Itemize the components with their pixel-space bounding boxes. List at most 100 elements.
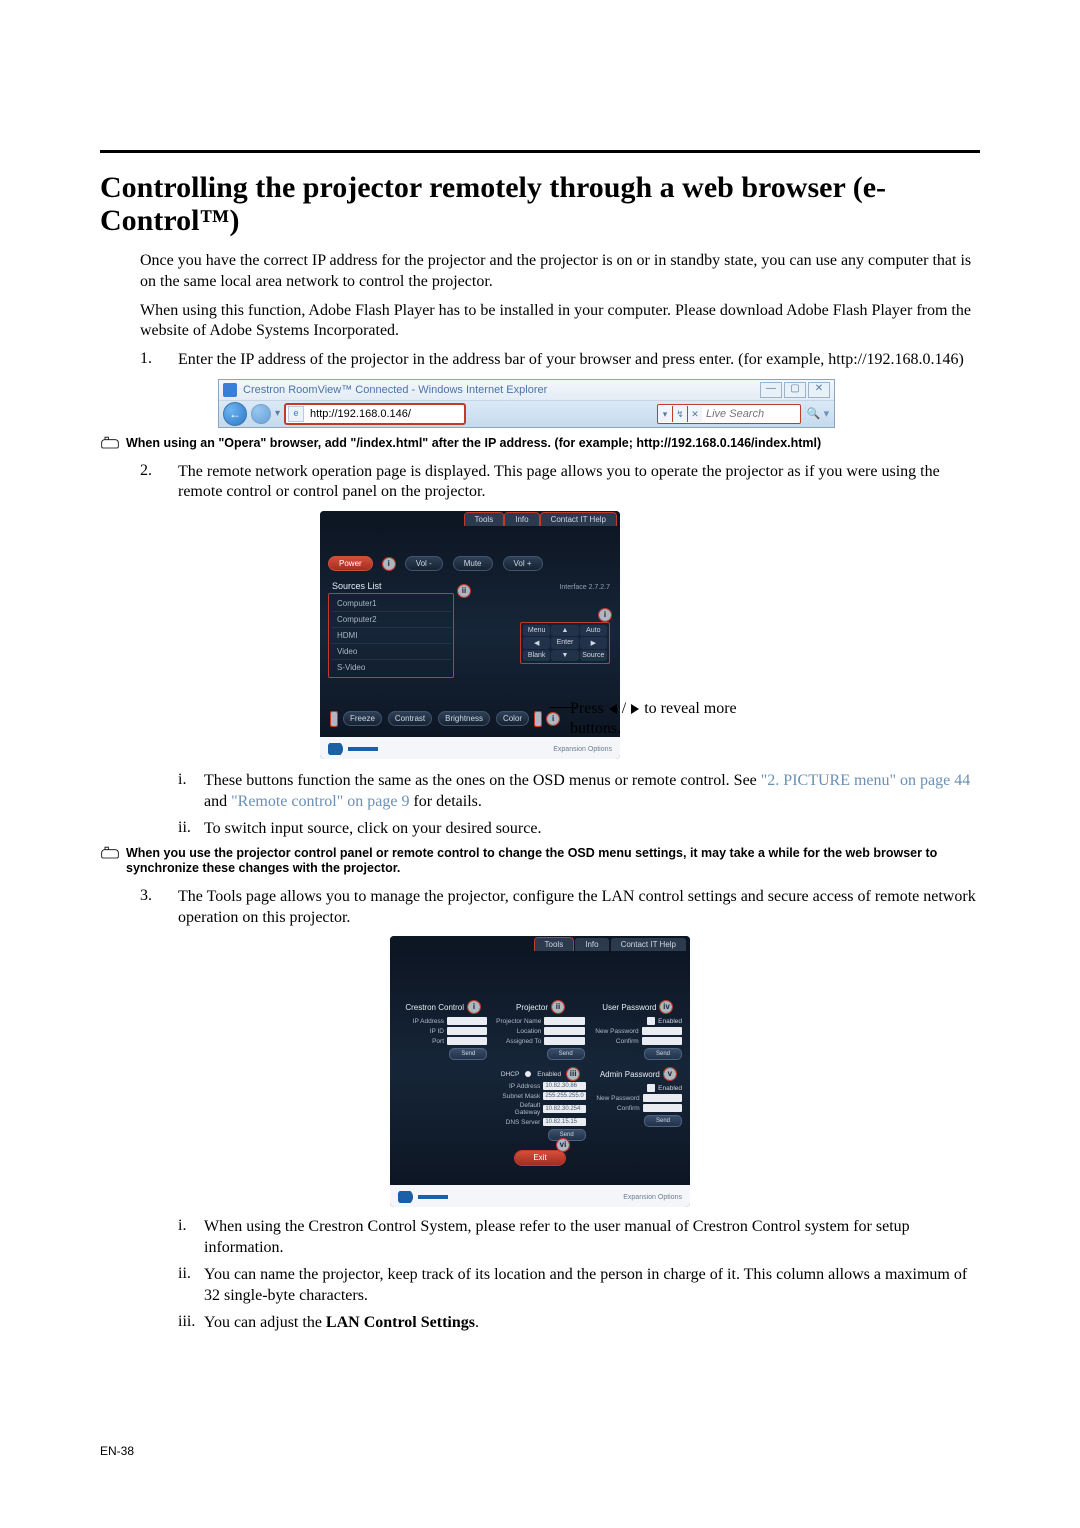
- tp-tab-info[interactable]: Info: [575, 938, 608, 951]
- tp-net-ip[interactable]: 10.82.30.86: [543, 1082, 585, 1090]
- rv-source-video[interactable]: Video: [331, 644, 451, 660]
- search-refresh-icon[interactable]: ↯: [673, 406, 688, 422]
- rv-dpad-up[interactable]: ▲: [551, 625, 578, 636]
- rv-color-button[interactable]: Color: [496, 711, 529, 726]
- tp-crestron-port[interactable]: [447, 1037, 487, 1045]
- rv-dpad-enter[interactable]: Enter: [551, 637, 578, 649]
- rv-footer-link[interactable]: Expansion Options: [553, 746, 612, 753]
- sub-i-text: These buttons function the same as the o…: [204, 771, 980, 813]
- window-maximize-button[interactable]: ▢: [784, 382, 806, 398]
- step-number-3: 3.: [140, 887, 178, 929]
- step-2-text: The remote network operation page is dis…: [178, 462, 980, 504]
- rv-dpad-right[interactable]: ▶: [580, 637, 607, 649]
- tp-adminpw-send[interactable]: Send: [644, 1115, 682, 1127]
- rv-dpad-left[interactable]: ◀: [523, 637, 550, 649]
- tp-net-dns[interactable]: 10.82.15.15: [543, 1118, 585, 1126]
- search-dropdown-icon[interactable]: ▾: [658, 406, 673, 422]
- step-3-text: The Tools page allows you to manage the …: [178, 887, 980, 929]
- tp-tab-contact[interactable]: Contact IT Help: [611, 938, 686, 951]
- rv-source-svideo[interactable]: S-Video: [331, 660, 451, 675]
- search-stop-icon[interactable]: ✕: [688, 406, 702, 422]
- step-number-1: 1.: [140, 350, 178, 371]
- intro-paragraph-2: When using this function, Adobe Flash Pl…: [140, 301, 980, 343]
- tp-userpw-new[interactable]: [642, 1027, 682, 1035]
- right-triangle-icon: [631, 704, 639, 714]
- tp-userpw-enabled-chk[interactable]: [647, 1017, 655, 1025]
- rv-tab-tools[interactable]: Tools: [465, 513, 504, 526]
- tp-adminpw-new[interactable]: [643, 1094, 682, 1102]
- sub-i-label: i.: [178, 771, 204, 813]
- rv-freeze-button[interactable]: Freeze: [343, 711, 382, 726]
- s3-sub-ii-label: ii.: [178, 1265, 204, 1307]
- s3-sub-i-label: i.: [178, 1217, 204, 1259]
- rv-callout-ii: ii: [458, 585, 470, 597]
- tp-userpw-send[interactable]: Send: [644, 1048, 682, 1060]
- tp-crestron-ip[interactable]: [447, 1017, 487, 1025]
- rv-source-hdmi[interactable]: HDMI: [331, 628, 451, 644]
- rv-vol-up-button[interactable]: Vol +: [503, 556, 543, 571]
- rv-dpad-down[interactable]: ▼: [551, 650, 578, 661]
- link-picture-menu[interactable]: "2. PICTURE menu" on page 44: [761, 772, 970, 789]
- search-go-button[interactable]: 🔍 ▾: [805, 405, 830, 423]
- rv-contrast-button[interactable]: Contrast: [388, 711, 432, 726]
- tp-net-subnet[interactable]: 255.255.255.0: [543, 1092, 585, 1100]
- tp-adminpw-enabled-chk[interactable]: [647, 1084, 655, 1092]
- tp-tab-tools[interactable]: Tools: [535, 938, 574, 951]
- s3-sub-iii-text: You can adjust the LAN Control Settings.: [204, 1313, 980, 1334]
- tp-userpw-confirm[interactable]: [642, 1037, 682, 1045]
- rv-tab-info[interactable]: Info: [505, 513, 538, 526]
- rv-callout-i: i: [383, 558, 395, 570]
- tp-crestron-ipid[interactable]: [447, 1027, 487, 1035]
- left-triangle-icon: [609, 704, 617, 714]
- rv-source-computer1[interactable]: Computer1: [331, 596, 451, 612]
- tp-col-userpw: User Passwordiv Enabled New Password Con…: [593, 1001, 682, 1060]
- rv-vol-down-button[interactable]: Vol -: [405, 556, 443, 571]
- tp-proj-send[interactable]: Send: [547, 1048, 585, 1060]
- rv-tab-contact[interactable]: Contact IT Help: [541, 513, 616, 526]
- tp-col-projector: Projectorii Projector Name Location Assi…: [495, 1001, 584, 1060]
- note-hand-icon-2: [100, 846, 120, 860]
- slider-annotation: Press / to reveal more buttons.: [570, 699, 760, 739]
- tp-dhcp-radio[interactable]: [525, 1071, 531, 1077]
- rv-dpad-menu[interactable]: Menu: [523, 625, 550, 636]
- s3-sub-i-text: When using the Crestron Control System, …: [204, 1217, 980, 1259]
- tp-exit-button[interactable]: Exit vi: [515, 1151, 565, 1165]
- note-sync: When you use the projector control panel…: [120, 846, 980, 877]
- tp-callout-vi: vi: [557, 1139, 569, 1151]
- window-minimize-button[interactable]: —: [760, 382, 782, 398]
- browser-screenshot: Crestron RoomView™ Connected - Windows I…: [218, 379, 835, 428]
- s3-sub-ii-text: You can name the projector, keep track o…: [204, 1265, 980, 1307]
- rv-source-computer2[interactable]: Computer2: [331, 612, 451, 628]
- window-close-button[interactable]: ✕: [808, 382, 830, 398]
- rv-dpad-blank[interactable]: Blank: [523, 650, 550, 661]
- rv-dpad-source[interactable]: Source: [580, 650, 607, 661]
- rv-mute-button[interactable]: Mute: [453, 556, 493, 571]
- tp-proj-location[interactable]: [544, 1027, 584, 1035]
- tp-callout-iii: iii: [567, 1068, 579, 1080]
- tp-adminpw-confirm[interactable]: [643, 1104, 682, 1112]
- intro-paragraph-1: Once you have the correct IP address for…: [140, 251, 980, 293]
- rv-power-button[interactable]: Power: [328, 556, 373, 571]
- rv-left-slider-handle[interactable]: [331, 712, 337, 726]
- tp-footer-link[interactable]: Expansion Options: [623, 1194, 682, 1201]
- browser-search-input[interactable]: [702, 407, 800, 421]
- rv-dpad-auto[interactable]: Auto: [580, 625, 607, 636]
- browser-back-button[interactable]: ←: [223, 402, 247, 426]
- tp-crestron-send[interactable]: Send: [449, 1048, 487, 1060]
- browser-forward-button[interactable]: [251, 404, 271, 424]
- roomview-tools-screenshot: Tools Info Contact IT Help Crestron Cont…: [390, 936, 690, 1207]
- tp-net-gateway[interactable]: 10.82.30.254: [543, 1105, 585, 1113]
- address-bar-input[interactable]: [306, 407, 464, 421]
- rv-brightness-button[interactable]: Brightness: [438, 711, 490, 726]
- search-box-highlight: ▾ ↯ ✕: [657, 404, 801, 424]
- nav-dropdown[interactable]: ▾: [275, 408, 280, 419]
- link-remote-control[interactable]: "Remote control" on page 9: [231, 793, 409, 810]
- tp-proj-assigned[interactable]: [544, 1037, 584, 1045]
- address-bar-site-icon: e: [288, 406, 304, 422]
- tp-proj-name[interactable]: [544, 1017, 584, 1025]
- crestron-logo-2: [398, 1191, 448, 1203]
- rv-right-slider-handle[interactable]: [535, 712, 541, 726]
- rv-interface-version: Interface 2.7.2.7: [559, 584, 610, 591]
- browser-favicon: [223, 383, 237, 397]
- s3-sub-iii-label: iii.: [178, 1313, 204, 1334]
